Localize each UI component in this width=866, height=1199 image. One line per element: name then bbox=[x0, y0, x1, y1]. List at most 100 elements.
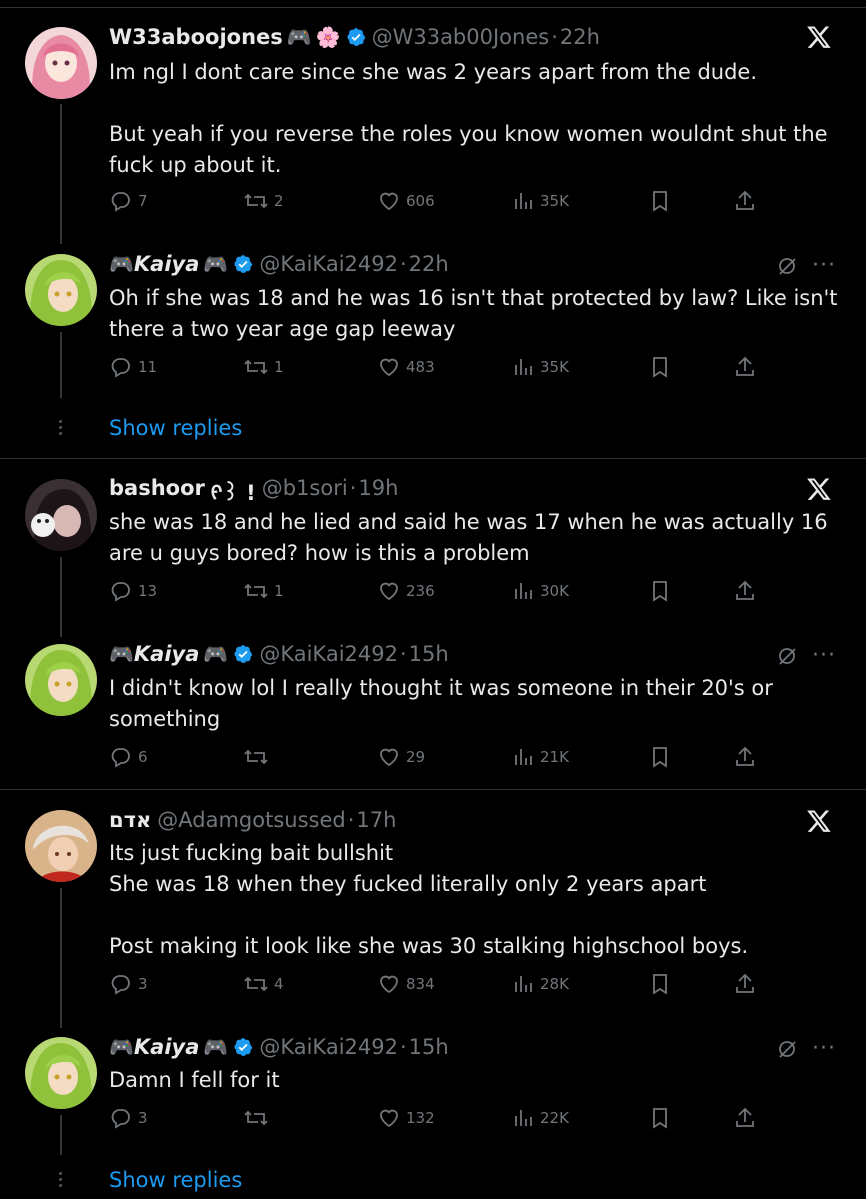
verified-badge-icon bbox=[234, 1038, 253, 1056]
reply-button[interactable]: 6 bbox=[109, 745, 148, 769]
share-button[interactable] bbox=[733, 189, 757, 213]
reply-icon bbox=[111, 748, 130, 768]
gamepad-emoji: 🎮 bbox=[286, 25, 312, 49]
reply-button[interactable]: 3 bbox=[109, 972, 148, 996]
avatar[interactable] bbox=[25, 479, 97, 551]
avatar[interactable] bbox=[25, 254, 97, 326]
display-name[interactable]: Kaiya bbox=[134, 252, 200, 276]
share-button[interactable] bbox=[733, 355, 757, 379]
tweet-text: she was 18 and he lied and said he was 1… bbox=[109, 510, 835, 565]
reply-button[interactable]: 13 bbox=[109, 579, 157, 603]
flower-emoji: 🌸 bbox=[315, 25, 341, 49]
display-name[interactable]: bashoor bbox=[109, 476, 205, 500]
show-replies-link[interactable]: Show replies bbox=[109, 416, 242, 440]
tweet-actions: 3 4 834 28K bbox=[109, 972, 769, 998]
user-handle[interactable]: @Adamgotsussed bbox=[157, 808, 345, 832]
thread-line bbox=[60, 104, 62, 244]
avatar[interactable] bbox=[25, 27, 97, 99]
thread-line bbox=[60, 332, 62, 398]
views-button[interactable]: 28K bbox=[513, 972, 569, 996]
avatar[interactable] bbox=[25, 810, 97, 882]
bookmark-button[interactable] bbox=[649, 579, 671, 603]
like-count: 132 bbox=[406, 1109, 435, 1127]
views-button[interactable]: 35K bbox=[513, 189, 569, 213]
repost-button[interactable]: 1 bbox=[243, 355, 284, 379]
x-logo-icon[interactable] bbox=[806, 476, 832, 502]
user-handle[interactable]: @W33ab00Jones bbox=[372, 25, 550, 49]
timestamp[interactable]: 15h bbox=[409, 642, 449, 666]
display-name[interactable]: Kaiya bbox=[134, 642, 200, 666]
share-button[interactable] bbox=[733, 579, 757, 603]
thread-line bbox=[60, 1115, 62, 1155]
views-count: 30K bbox=[540, 582, 569, 600]
display-name[interactable]: Kaiya bbox=[134, 1035, 200, 1059]
share-button[interactable] bbox=[733, 1106, 757, 1130]
user-handle[interactable]: @KaiKai2492 bbox=[259, 1035, 398, 1059]
display-name[interactable]: אדם bbox=[109, 808, 151, 832]
bookmark-button[interactable] bbox=[649, 189, 671, 213]
like-button[interactable]: 483 bbox=[377, 355, 435, 379]
show-replies-link[interactable]: Show replies bbox=[109, 1168, 242, 1192]
share-button[interactable] bbox=[733, 745, 757, 769]
timestamp[interactable]: 22h bbox=[409, 252, 449, 276]
display-name-suffix: ᠻ꒱ ! bbox=[210, 480, 256, 505]
like-button[interactable]: 834 bbox=[377, 972, 435, 996]
views-button[interactable]: 35K bbox=[513, 355, 569, 379]
display-name[interactable]: W33aboojones bbox=[109, 25, 283, 49]
separator-dot: · bbox=[551, 25, 558, 49]
reply-button[interactable]: 3 bbox=[109, 1106, 148, 1130]
tweet-actions: 3 132 22K bbox=[109, 1106, 769, 1132]
repost-button[interactable] bbox=[243, 1106, 274, 1130]
timestamp[interactable]: 17h bbox=[356, 808, 396, 832]
user-handle[interactable]: @KaiKai2492 bbox=[259, 252, 398, 276]
views-button[interactable]: 22K bbox=[513, 1106, 569, 1130]
timestamp[interactable]: 15h bbox=[409, 1035, 449, 1059]
bookmark-button[interactable] bbox=[649, 745, 671, 769]
share-icon bbox=[736, 973, 754, 993]
timestamp[interactable]: 22h bbox=[560, 25, 600, 49]
avatar[interactable] bbox=[25, 644, 97, 716]
views-button[interactable]: 21K bbox=[513, 745, 569, 769]
bookmark-button[interactable] bbox=[649, 1106, 671, 1130]
like-button[interactable]: 606 bbox=[377, 189, 435, 213]
x-logo-icon[interactable] bbox=[806, 808, 832, 834]
avatar[interactable] bbox=[25, 1037, 97, 1109]
repost-button[interactable]: 2 bbox=[243, 189, 284, 213]
reply-button[interactable]: 11 bbox=[109, 355, 157, 379]
like-button[interactable]: 236 bbox=[377, 579, 435, 603]
tweet-text: I didn't know lol I really thought it wa… bbox=[109, 676, 780, 731]
reply-button[interactable]: 7 bbox=[109, 189, 148, 213]
like-button[interactable]: 132 bbox=[377, 1106, 435, 1130]
more-options-icon[interactable]: ··· bbox=[812, 255, 836, 277]
grok-icon[interactable] bbox=[776, 1038, 798, 1060]
bookmark-button[interactable] bbox=[649, 972, 671, 996]
thread-dots bbox=[59, 420, 63, 438]
repost-icon bbox=[244, 976, 268, 992]
more-options-icon[interactable]: ··· bbox=[812, 645, 836, 667]
more-options-icon[interactable]: ··· bbox=[812, 1038, 836, 1060]
user-handle[interactable]: @b1sori bbox=[262, 476, 348, 500]
reply-count: 6 bbox=[138, 748, 148, 766]
group-divider bbox=[0, 458, 866, 459]
grok-icon[interactable] bbox=[776, 645, 798, 667]
verified-badge-icon bbox=[234, 255, 253, 273]
x-logo-icon[interactable] bbox=[806, 24, 832, 50]
bookmark-button[interactable] bbox=[649, 355, 671, 379]
repost-button[interactable]: 4 bbox=[243, 972, 284, 996]
bookmark-icon bbox=[653, 974, 667, 995]
user-handle[interactable]: @KaiKai2492 bbox=[259, 642, 398, 666]
views-button[interactable]: 30K bbox=[513, 579, 569, 603]
heart-icon bbox=[380, 358, 398, 377]
timestamp[interactable]: 19h bbox=[358, 476, 398, 500]
tweet-header: 🎮 Kaiya 🎮 @KaiKai2492 · 15h bbox=[109, 1032, 449, 1062]
share-button[interactable] bbox=[733, 972, 757, 996]
heart-icon bbox=[380, 748, 398, 767]
thread-line bbox=[60, 557, 62, 637]
grok-icon[interactable] bbox=[776, 255, 798, 277]
tweet-menu: ··· bbox=[776, 644, 836, 668]
separator-dot: · bbox=[399, 1035, 407, 1059]
repost-button[interactable] bbox=[243, 745, 274, 769]
repost-button[interactable]: 1 bbox=[243, 579, 284, 603]
like-button[interactable]: 29 bbox=[377, 745, 425, 769]
heart-icon bbox=[380, 1109, 398, 1128]
